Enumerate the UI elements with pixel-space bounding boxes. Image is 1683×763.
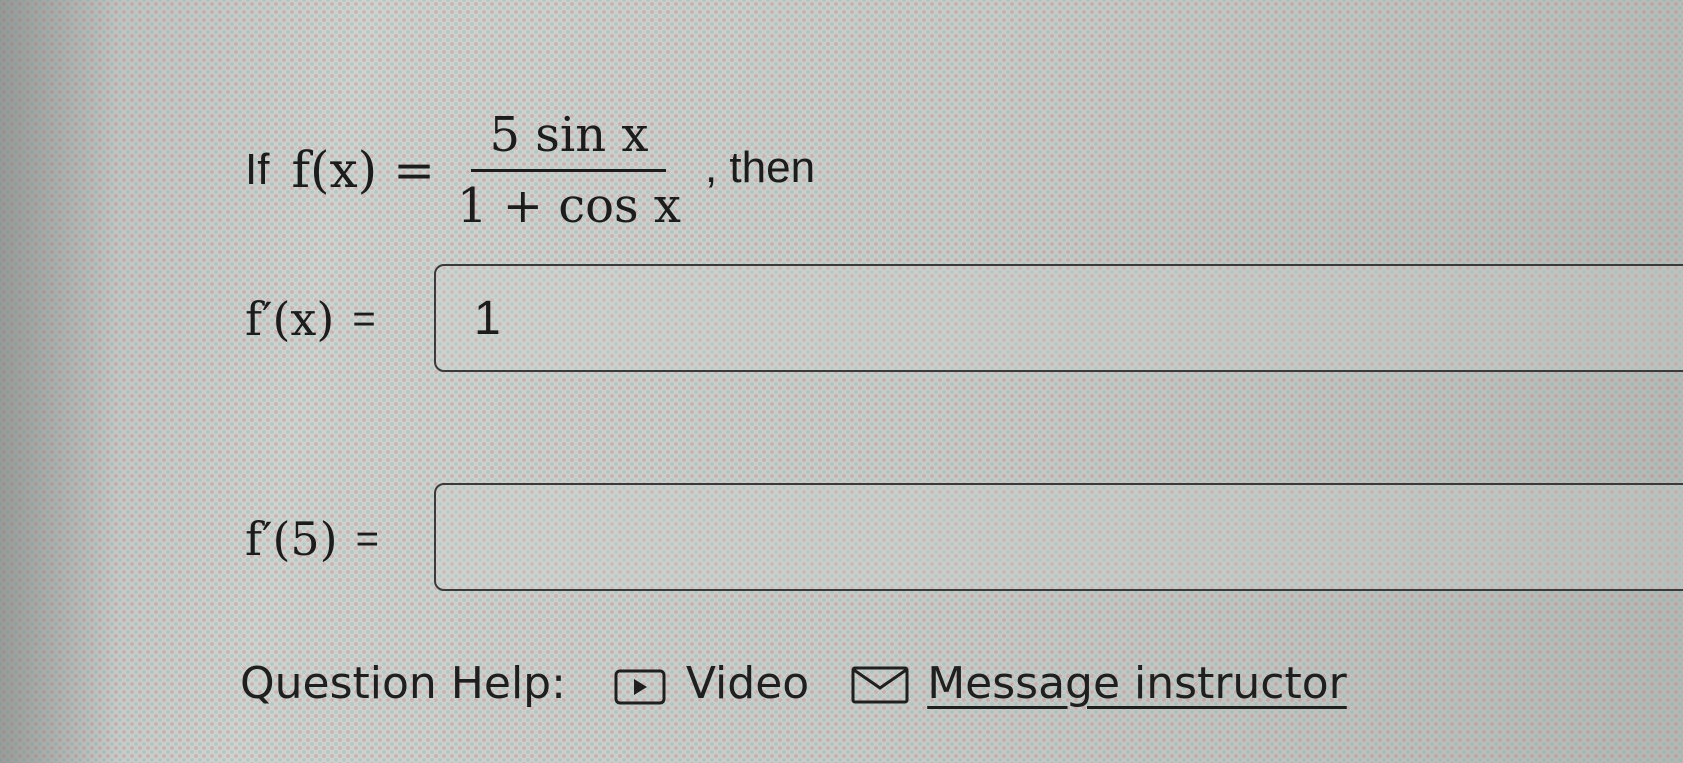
derivative-label: f′(x) = <box>245 292 435 346</box>
derivative-at-5-label-text: f′(5) <box>245 512 338 566</box>
message-instructor-label: Message instructor <box>927 657 1347 709</box>
mail-icon <box>851 664 909 704</box>
derivative-label-text: f′(x) <box>245 292 335 346</box>
derivative-answer-value: 1 <box>474 291 501 345</box>
question-statement: If f(x) = 5 sin x 1 + cos x , then <box>245 95 815 245</box>
derivative-row: f′(x) = <box>245 262 435 376</box>
video-help-link[interactable]: Video <box>614 658 809 709</box>
derivative-answer-input[interactable]: 1 <box>434 264 1683 372</box>
fraction-numerator: 5 sin x <box>471 107 667 172</box>
question-help-bar: Question Help: Video Message instructor <box>240 648 1347 718</box>
function-lhs: f(x) = <box>291 141 435 199</box>
message-instructor-link[interactable]: Message instructor <box>851 658 1347 709</box>
derivative-equals: = <box>352 296 376 341</box>
video-link-label: Video <box>685 657 810 709</box>
question-help-label: Question Help: <box>240 657 566 709</box>
question-suffix: , then <box>704 143 816 192</box>
derivative-at-5-equals: = <box>355 516 379 561</box>
fraction-denominator: 1 + cos x <box>456 177 681 234</box>
video-icon <box>614 665 666 705</box>
question-prefix: If <box>245 145 270 194</box>
background-shade <box>0 0 120 763</box>
derivative-at-5-answer-input[interactable] <box>434 483 1683 591</box>
derivative-at-5-label: f′(5) = <box>245 512 435 566</box>
derivative-at-5-row: f′(5) = <box>245 483 435 595</box>
function-fraction: 5 sin x 1 + cos x <box>449 107 689 234</box>
